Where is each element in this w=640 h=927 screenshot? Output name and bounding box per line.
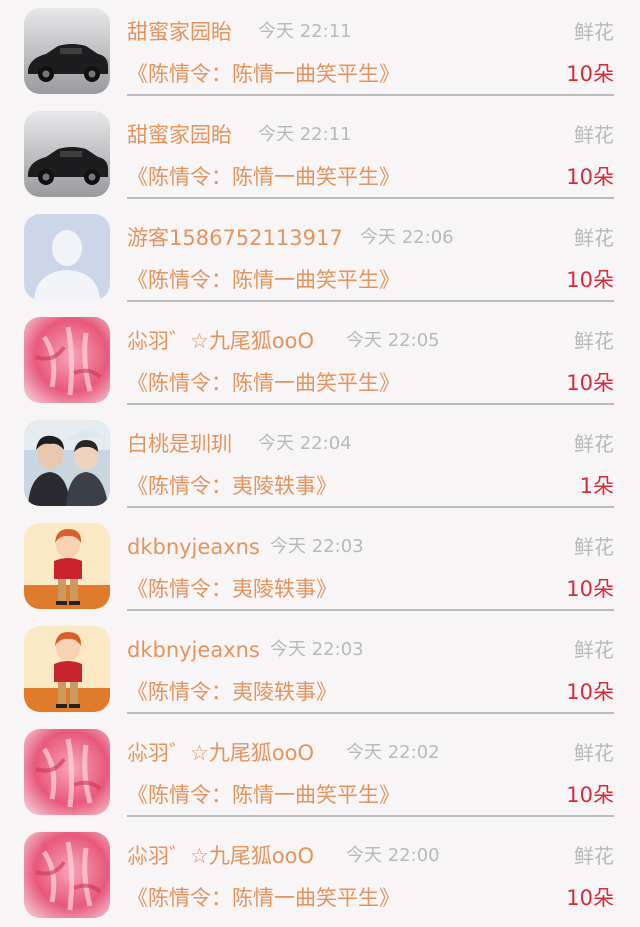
default-user-avatar[interactable]: [24, 214, 110, 300]
gift-record-item[interactable]: 尛羽゛☆九尾狐ooO 今天 22:00 鲜花 《陈情令：陈情一曲笑平生》 10朵: [0, 824, 640, 927]
user-name[interactable]: 尛羽゛☆九尾狐ooO: [127, 327, 314, 355]
gift-count: 10朵: [566, 886, 614, 910]
gift-type: 鲜花: [574, 844, 614, 868]
timestamp: 今天 22:11: [258, 21, 352, 42]
gift-count: 10朵: [566, 783, 614, 807]
pink-fur-avatar[interactable]: [24, 832, 110, 918]
divider: [127, 712, 614, 714]
timestamp: 今天 22:11: [258, 124, 352, 145]
divider: [127, 300, 614, 302]
gift-type: 鲜花: [574, 123, 614, 147]
gift-type: 鲜花: [574, 226, 614, 250]
car-avatar[interactable]: [24, 111, 110, 197]
gift-type: 鲜花: [574, 329, 614, 353]
divider: [127, 815, 614, 817]
gift-type: 鲜花: [574, 20, 614, 44]
user-name[interactable]: dkbnyjeaxns: [127, 533, 260, 561]
gift-type: 鲜花: [574, 638, 614, 662]
timestamp: 今天 22:03: [270, 536, 364, 557]
gift-type: 鲜花: [574, 535, 614, 559]
gift-record-item[interactable]: 甜蜜家园眙 今天 22:11 鲜花 《陈情令：陈情一曲笑平生》 10朵: [0, 103, 640, 206]
gift-record-item[interactable]: dkbnyjeaxns 今天 22:03 鲜花 《陈情令：夷陵轶事》 10朵: [0, 515, 640, 618]
work-title[interactable]: 《陈情令：陈情一曲笑平生》: [127, 163, 400, 191]
user-name[interactable]: 甜蜜家园眙: [127, 121, 232, 149]
gift-count: 1朵: [579, 474, 614, 498]
work-title[interactable]: 《陈情令：夷陵轶事》: [127, 575, 337, 603]
pink-fur-avatar[interactable]: [24, 317, 110, 403]
user-name[interactable]: 尛羽゛☆九尾狐ooO: [127, 739, 314, 767]
timestamp: 今天 22:03: [270, 639, 364, 660]
gift-record-item[interactable]: 游客1586752113917 今天 22:06 鲜花 《陈情令：陈情一曲笑平生…: [0, 206, 640, 309]
gift-count: 10朵: [566, 62, 614, 86]
pink-fur-avatar[interactable]: [24, 729, 110, 815]
gift-type: 鲜花: [574, 741, 614, 765]
work-title[interactable]: 《陈情令：陈情一曲笑平生》: [127, 369, 400, 397]
work-title[interactable]: 《陈情令：陈情一曲笑平生》: [127, 781, 400, 809]
work-title[interactable]: 《陈情令：陈情一曲笑平生》: [127, 60, 400, 88]
user-name[interactable]: 甜蜜家园眙: [127, 18, 232, 46]
gift-type: 鲜花: [574, 432, 614, 456]
divider: [127, 609, 614, 611]
work-title[interactable]: 《陈情令：陈情一曲笑平生》: [127, 884, 400, 912]
gift-record-item[interactable]: 尛羽゛☆九尾狐ooO 今天 22:02 鲜花 《陈情令：陈情一曲笑平生》 10朵: [0, 721, 640, 824]
gift-count: 10朵: [566, 680, 614, 704]
timestamp: 今天 22:02: [346, 742, 440, 763]
timestamp: 今天 22:00: [346, 845, 440, 866]
timestamp: 今天 22:06: [360, 227, 454, 248]
work-title[interactable]: 《陈情令：夷陵轶事》: [127, 678, 337, 706]
divider: [127, 403, 614, 405]
duo-photo-avatar[interactable]: [24, 420, 110, 506]
timestamp: 今天 22:04: [258, 433, 352, 454]
divider: [127, 94, 614, 96]
work-title[interactable]: 《陈情令：夷陵轶事》: [127, 472, 337, 500]
user-name[interactable]: 尛羽゛☆九尾狐ooO: [127, 842, 314, 870]
work-title[interactable]: 《陈情令：陈情一曲笑平生》: [127, 266, 400, 294]
timestamp: 今天 22:05: [346, 330, 440, 351]
divider: [127, 197, 614, 199]
gift-record-list: 甜蜜家园眙 今天 22:11 鲜花 《陈情令：陈情一曲笑平生》 10朵 甜蜜家园…: [0, 0, 640, 918]
user-name[interactable]: dkbnyjeaxns: [127, 636, 260, 664]
gift-record-item[interactable]: 白桃是玔玔 今天 22:04 鲜花 《陈情令：夷陵轶事》 1朵: [0, 412, 640, 515]
car-avatar[interactable]: [24, 8, 110, 94]
gift-record-item[interactable]: 甜蜜家园眙 今天 22:11 鲜花 《陈情令：陈情一曲笑平生》 10朵: [0, 0, 640, 103]
gift-count: 10朵: [566, 577, 614, 601]
cartoon-person-avatar[interactable]: [24, 626, 110, 712]
gift-count: 10朵: [566, 268, 614, 292]
gift-count: 10朵: [566, 165, 614, 189]
gift-record-item[interactable]: 尛羽゛☆九尾狐ooO 今天 22:05 鲜花 《陈情令：陈情一曲笑平生》 10朵: [0, 309, 640, 412]
user-name[interactable]: 白桃是玔玔: [127, 430, 232, 458]
gift-count: 10朵: [566, 371, 614, 395]
cartoon-person-avatar[interactable]: [24, 523, 110, 609]
divider: [127, 506, 614, 508]
gift-record-item[interactable]: dkbnyjeaxns 今天 22:03 鲜花 《陈情令：夷陵轶事》 10朵: [0, 618, 640, 721]
user-name[interactable]: 游客1586752113917: [127, 224, 343, 252]
